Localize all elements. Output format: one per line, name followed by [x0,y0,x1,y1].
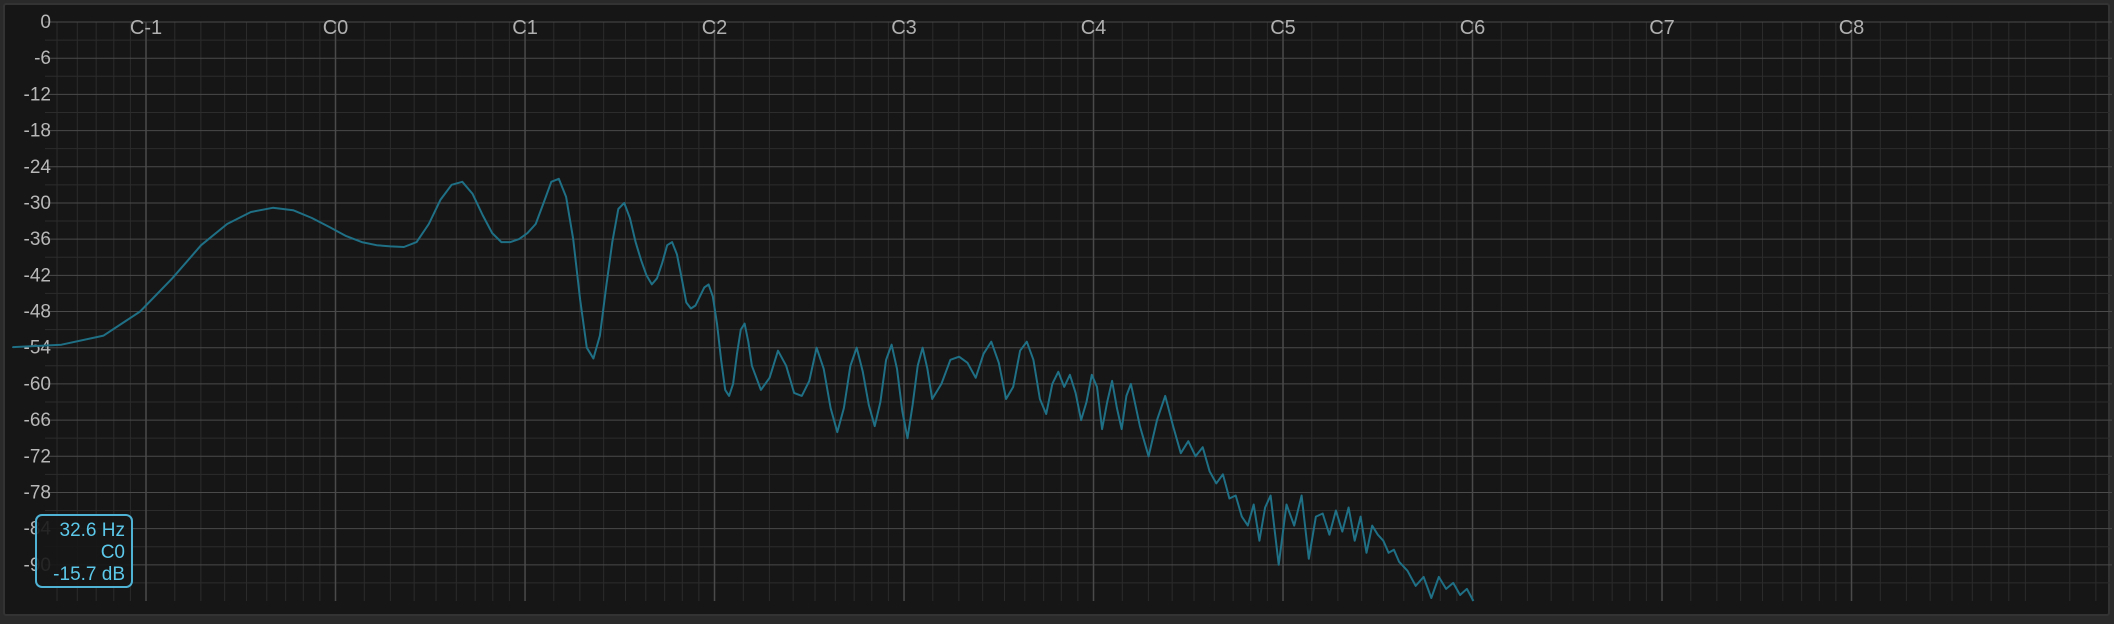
y-tick-label: -30 [24,193,51,214]
y-tick-label: -24 [24,157,52,178]
y-tick-label: -72 [24,446,51,467]
spectrum-plot[interactable]: 0 -6 -12 -18 -24 -30 -36 -42 -48 -54 -60 -66 -72 -78 -… [5,5,2112,618]
octave-label: C6 [1460,17,1486,39]
octave-label: C1 [512,17,538,39]
octave-label: C3 [891,17,917,39]
octave-label: C7 [1649,17,1675,39]
cursor-readout: 32.6 Hz C0 -15.7 dB [35,514,133,588]
y-tick-label: -12 [24,84,51,105]
y-tick-label: -66 [24,410,51,431]
octave-label: C2 [702,17,728,39]
y-tick-label: -18 [24,121,51,142]
y-tick-label: -6 [34,48,51,69]
y-tick-label: -36 [24,229,51,250]
y-tick-label: -60 [24,374,51,395]
y-tick-label: -78 [24,482,51,503]
octave-label: C8 [1839,17,1865,39]
readout-level: -15.7 dB [53,564,125,585]
readout-note: C0 [100,542,125,563]
spectrum-analyzer-panel[interactable]: 0 -6 -12 -18 -24 -30 -36 -42 -48 -54 -60 -66 -72 -78 -… [3,3,2112,618]
octave-label: C4 [1081,17,1107,39]
y-tick-label: 0 [40,12,51,33]
readout-frequency: 32.6 Hz [59,520,125,541]
octave-label: C-1 [130,17,162,39]
octave-label: C0 [323,17,349,39]
y-tick-label: -54 [24,338,52,359]
octave-label: C5 [1270,17,1296,39]
y-tick-label: -42 [24,265,51,286]
y-tick-label: -48 [24,302,51,323]
